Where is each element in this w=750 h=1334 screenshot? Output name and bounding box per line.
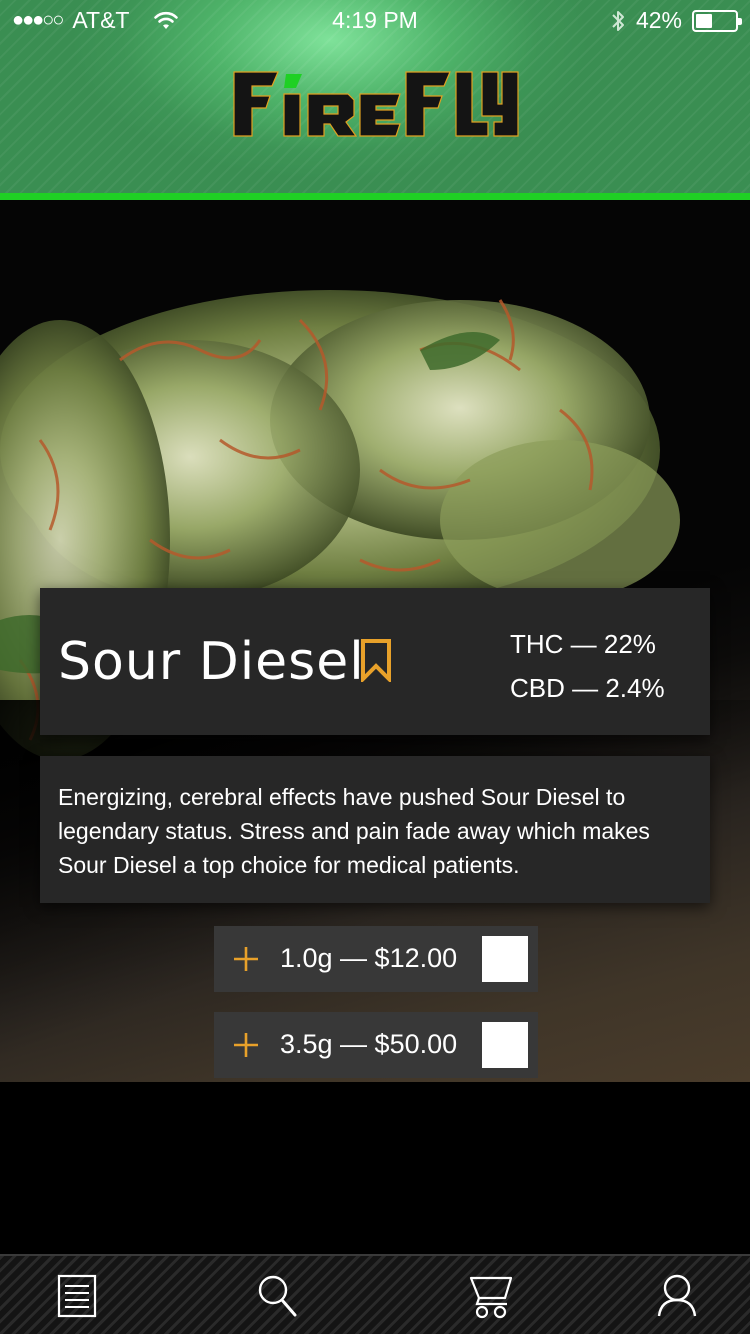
battery-icon — [692, 9, 742, 32]
status-right: 42% — [610, 7, 742, 34]
firefly-logo — [233, 71, 519, 137]
tab-cart[interactable] — [416, 1256, 566, 1334]
search-icon — [258, 1275, 297, 1317]
price-option[interactable]: 1.0g — $12.00 — [214, 926, 538, 992]
cbd-level: CBD — 2.4% — [510, 673, 665, 703]
price-option-checkbox[interactable] — [482, 936, 528, 982]
bottom-tab-bar — [0, 1254, 750, 1334]
price-option-label: 1.0g — $12.00 — [280, 943, 458, 973]
product-name: Sour Diesel — [58, 632, 365, 692]
battery-percent: 42% — [635, 7, 682, 33]
app-header: ●●●○○ AT&T 4:19 PM 42% — [0, 0, 750, 200]
plus-icon[interactable] — [233, 1032, 259, 1058]
battery-level — [696, 13, 712, 28]
plus-icon[interactable] — [233, 946, 259, 972]
cannabinoid-levels: THC — 22% CBD — 2.4% — [510, 622, 665, 710]
price-option[interactable]: 3.5g — $50.00 — [214, 1012, 538, 1078]
profile-icon — [657, 1274, 697, 1317]
price-option-checkbox[interactable] — [482, 1022, 528, 1068]
tab-menu[interactable] — [2, 1256, 152, 1334]
thc-level: THC — 22% — [510, 629, 656, 659]
cart-icon — [469, 1276, 513, 1319]
tab-profile[interactable] — [602, 1256, 750, 1334]
price-option-label: 3.5g — $50.00 — [280, 1029, 458, 1059]
bookmark-icon[interactable] — [360, 638, 392, 682]
product-description: Energizing, cerebral effects have pushed… — [40, 756, 710, 903]
bluetooth-icon — [612, 10, 624, 31]
product-title-card: Sour Diesel THC — 22% CBD — 2.4% — [40, 588, 710, 735]
tab-search[interactable] — [202, 1256, 352, 1334]
menu-list-icon — [57, 1274, 97, 1318]
status-bar: ●●●○○ AT&T 4:19 PM 42% — [0, 0, 750, 40]
